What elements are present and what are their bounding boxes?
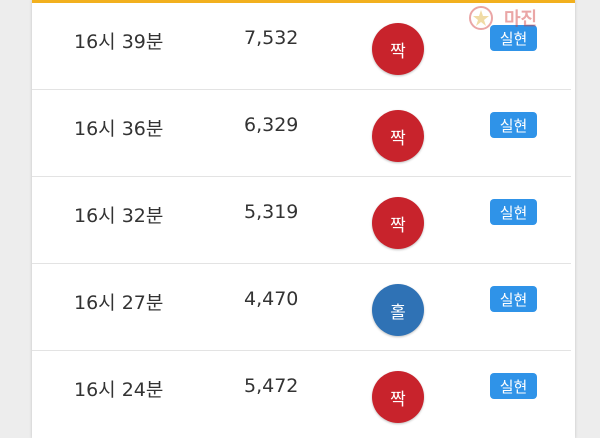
results-card: 16시 39분 7,532 짝 실현 16시 36분 6,329 짝 실현 16…	[32, 0, 575, 438]
result-ball: 짝	[372, 371, 424, 423]
result-ball: 홀	[372, 284, 424, 336]
table-row[interactable]: 16시 39분 7,532 짝 실현	[32, 3, 575, 90]
screen: 16시 39분 7,532 짝 실현 16시 36분 6,329 짝 실현 16…	[0, 0, 600, 438]
row-value: 7,532	[244, 27, 299, 49]
status-badge[interactable]: 실현	[490, 373, 537, 399]
row-value: 5,319	[244, 201, 299, 223]
row-value: 4,470	[244, 288, 299, 310]
table-row[interactable]: 16시 24분 5,472 짝 실현	[32, 351, 575, 438]
result-ball: 짝	[372, 197, 424, 249]
row-value: 5,472	[244, 375, 299, 397]
table-row[interactable]: 16시 27분 4,470 홀 실현	[32, 264, 575, 351]
row-time: 16시 39분	[74, 31, 164, 53]
status-badge[interactable]: 실현	[490, 286, 537, 312]
row-time: 16시 24분	[74, 379, 164, 401]
status-badge[interactable]: 실현	[490, 199, 537, 225]
result-ball: 짝	[372, 110, 424, 162]
table-row[interactable]: 16시 32분 5,319 짝 실현	[32, 177, 575, 264]
row-time: 16시 27분	[74, 292, 164, 314]
table-row[interactable]: 16시 36분 6,329 짝 실현	[32, 90, 575, 177]
row-value: 6,329	[244, 114, 299, 136]
row-time: 16시 32분	[74, 205, 164, 227]
result-ball: 짝	[372, 23, 424, 75]
row-time: 16시 36분	[74, 118, 164, 140]
status-badge[interactable]: 실현	[490, 112, 537, 138]
status-badge[interactable]: 실현	[490, 25, 537, 51]
